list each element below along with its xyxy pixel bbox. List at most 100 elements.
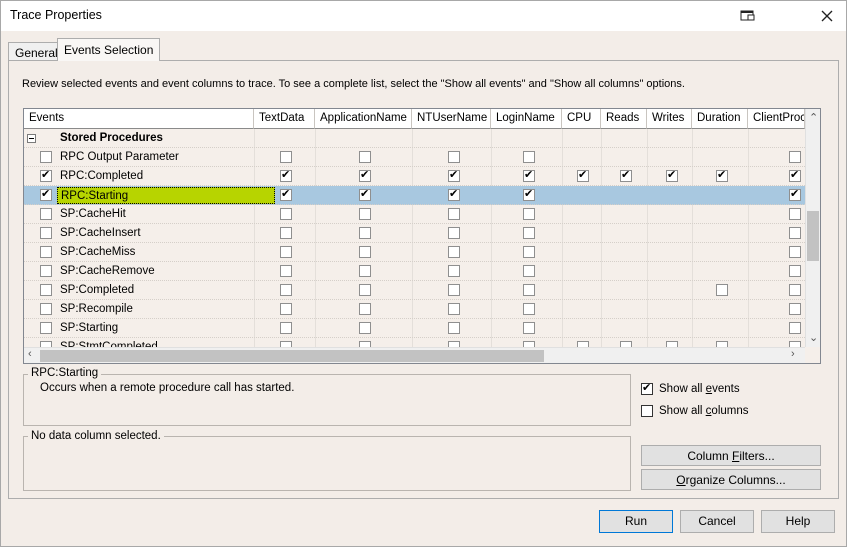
column-header-textdata[interactable]: TextData (254, 109, 315, 129)
event-checkbox[interactable] (40, 208, 52, 220)
column-checkbox[interactable] (448, 303, 460, 315)
event-label[interactable]: SP:Completed (60, 284, 134, 296)
tab-events-selection[interactable]: Events Selection (57, 38, 161, 61)
column-checkbox[interactable] (359, 168, 371, 182)
column-checkbox[interactable] (359, 265, 371, 277)
event-label[interactable]: SP:CacheMiss (60, 246, 135, 258)
column-checkbox[interactable] (448, 168, 460, 182)
event-checkbox[interactable] (40, 303, 52, 315)
column-checkbox[interactable] (448, 284, 460, 296)
column-checkbox[interactable] (280, 227, 292, 239)
horizontal-scroll-thumb[interactable] (40, 350, 544, 362)
column-checkbox[interactable] (789, 168, 801, 182)
column-checkbox[interactable] (523, 168, 535, 182)
event-checkbox[interactable] (40, 168, 52, 182)
column-header-writes[interactable]: Writes (647, 109, 692, 129)
column-checkbox[interactable] (789, 208, 801, 220)
event-checkbox[interactable] (40, 227, 52, 239)
column-checkbox[interactable] (359, 187, 371, 201)
close-button[interactable] (812, 4, 842, 28)
column-header-cpu[interactable]: CPU (562, 109, 601, 129)
column-header-ntusername[interactable]: NTUserName (412, 109, 491, 129)
event-checkbox[interactable] (40, 265, 52, 277)
group-row[interactable]: Stored Procedures (24, 129, 805, 148)
column-checkbox[interactable] (448, 246, 460, 258)
column-checkbox[interactable] (577, 168, 589, 182)
column-header-applicationname[interactable]: ApplicationName (315, 109, 412, 129)
column-checkbox[interactable] (523, 187, 535, 201)
column-checkbox[interactable] (448, 208, 460, 220)
column-header-reads[interactable]: Reads (601, 109, 647, 129)
column-checkbox[interactable] (789, 284, 801, 296)
column-header-loginname[interactable]: LoginName (491, 109, 562, 129)
event-label[interactable]: SP:Starting (60, 322, 118, 334)
event-checkbox[interactable] (40, 187, 52, 201)
event-row[interactable]: SP:CacheMiss (24, 243, 805, 262)
event-label[interactable]: SP:CacheHit (60, 208, 126, 220)
event-label[interactable]: RPC:Completed (60, 170, 143, 182)
column-checkbox[interactable] (280, 208, 292, 220)
column-checkbox[interactable] (280, 168, 292, 182)
column-filters-button[interactable]: Column Filters... (641, 445, 821, 466)
column-checkbox[interactable] (280, 151, 292, 163)
column-checkbox[interactable] (448, 265, 460, 277)
column-checkbox[interactable] (789, 246, 801, 258)
scroll-down-icon[interactable]: ⌄ (809, 331, 818, 344)
event-label[interactable]: SP:Recompile (60, 303, 133, 315)
column-checkbox[interactable] (448, 322, 460, 334)
column-checkbox[interactable] (359, 227, 371, 239)
event-row[interactable]: RPC:Starting (24, 186, 805, 205)
column-checkbox[interactable] (280, 187, 292, 201)
event-checkbox[interactable] (40, 246, 52, 258)
events-grid[interactable]: Events TextData ApplicationName NTUserNa… (23, 108, 821, 364)
event-row[interactable]: SP:CacheHit (24, 205, 805, 224)
organize-columns-button[interactable]: Organize Columns... (641, 469, 821, 490)
column-checkbox[interactable] (359, 246, 371, 258)
column-checkbox[interactable] (523, 322, 535, 334)
column-checkbox[interactable] (359, 303, 371, 315)
show-all-columns-checkbox[interactable] (641, 405, 653, 417)
vertical-scroll-thumb[interactable] (807, 211, 819, 261)
column-checkbox[interactable] (359, 151, 371, 163)
event-row[interactable]: SP:CacheRemove (24, 262, 805, 281)
column-checkbox[interactable] (789, 151, 801, 163)
help-button[interactable]: Help (761, 510, 835, 533)
event-row[interactable]: RPC:Completed (24, 167, 805, 186)
column-checkbox[interactable] (359, 284, 371, 296)
event-checkbox[interactable] (40, 322, 52, 334)
column-checkbox[interactable] (359, 322, 371, 334)
column-checkbox[interactable] (523, 246, 535, 258)
column-checkbox[interactable] (716, 168, 728, 182)
column-checkbox[interactable] (523, 151, 535, 163)
event-label[interactable]: RPC Output Parameter (60, 151, 179, 163)
column-checkbox[interactable] (789, 187, 801, 201)
event-row[interactable]: RPC Output Parameter (24, 148, 805, 167)
column-header-duration[interactable]: Duration (692, 109, 748, 129)
column-checkbox[interactable] (789, 303, 801, 315)
event-checkbox[interactable] (40, 151, 52, 163)
restore-button[interactable] (733, 4, 763, 28)
column-checkbox[interactable] (280, 303, 292, 315)
column-checkbox[interactable] (280, 322, 292, 334)
column-checkbox[interactable] (523, 208, 535, 220)
scroll-right-icon[interactable]: › (791, 348, 795, 360)
show-all-events-checkbox[interactable] (641, 381, 653, 395)
show-all-events-label[interactable]: Show all events (659, 383, 740, 395)
collapse-icon[interactable] (27, 134, 36, 143)
column-checkbox[interactable] (523, 227, 535, 239)
column-checkbox[interactable] (789, 227, 801, 239)
column-checkbox[interactable] (448, 227, 460, 239)
run-button[interactable]: Run (599, 510, 673, 533)
column-checkbox[interactable] (448, 151, 460, 163)
column-header-events[interactable]: Events (24, 109, 254, 129)
event-label[interactable]: RPC:Starting (57, 187, 275, 204)
column-checkbox[interactable] (523, 265, 535, 277)
show-all-columns-label[interactable]: Show all columns (659, 405, 749, 417)
column-checkbox[interactable] (359, 208, 371, 220)
event-label[interactable]: SP:CacheRemove (60, 265, 155, 277)
column-checkbox[interactable] (716, 284, 728, 296)
column-checkbox[interactable] (280, 284, 292, 296)
scroll-up-icon[interactable]: ⌃ (809, 111, 818, 124)
column-checkbox[interactable] (620, 168, 632, 182)
column-checkbox[interactable] (448, 187, 460, 201)
